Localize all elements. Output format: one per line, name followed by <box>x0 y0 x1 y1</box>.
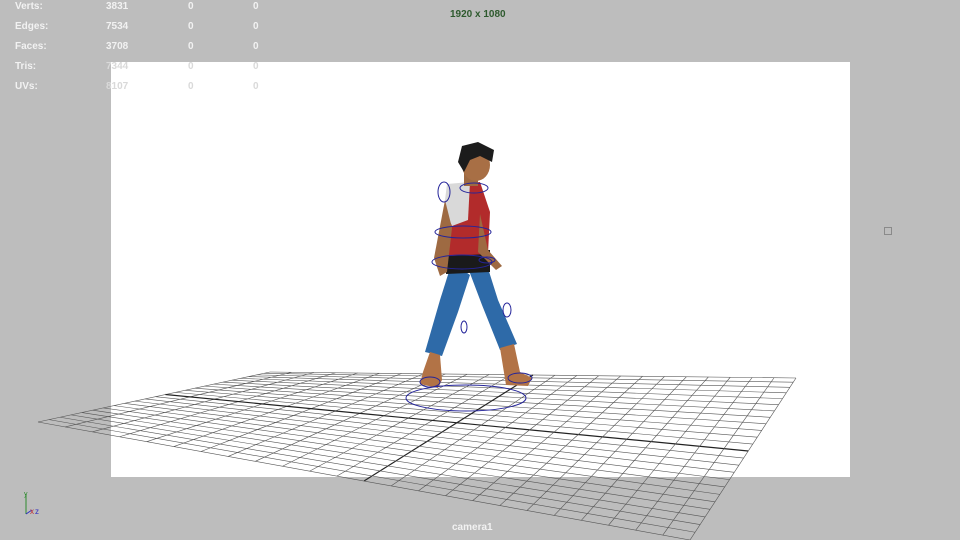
hud-row-tris: Tris: 7344 0 0 <box>15 61 275 75</box>
hud-value: 7344 <box>106 61 129 72</box>
axis-icon: y x z <box>24 491 39 516</box>
hud-row-verts: Verts: 3831 0 0 <box>15 1 275 15</box>
hud-row-uvs: UVs: 8107 0 0 <box>15 81 275 95</box>
hud-value: 0 <box>253 41 259 52</box>
viewport-panel[interactable]: Verts: 3831 0 0 Edges: 7534 0 0 Faces: 3… <box>0 0 960 540</box>
hud-value: 0 <box>188 1 194 12</box>
axis-y-label: y <box>24 491 28 498</box>
hud-value: 0 <box>188 21 194 32</box>
hud-value: 3708 <box>106 41 129 52</box>
hud-value: 0 <box>253 81 259 92</box>
hud-label: Edges: <box>15 21 49 32</box>
hud-row-faces: Faces: 3708 0 0 <box>15 41 275 55</box>
gate-marker-icon <box>884 227 892 235</box>
hud-label: Faces: <box>15 41 47 52</box>
hud-value: 0 <box>253 21 259 32</box>
hud-label: Tris: <box>15 61 37 72</box>
hud-value: 0 <box>188 61 194 72</box>
resolution-label: 1920 x 1080 <box>450 9 506 20</box>
hud-value: 7534 <box>106 21 129 32</box>
hud-value: 8107 <box>106 81 129 92</box>
hud-label: UVs: <box>15 81 38 92</box>
hud-row-edges: Edges: 7534 0 0 <box>15 21 275 35</box>
hud-value: 0 <box>253 1 259 12</box>
camera-name-label: camera1 <box>452 522 493 533</box>
axis-z-label: z <box>35 507 39 516</box>
hud-value: 0 <box>188 41 194 52</box>
hud-value: 0 <box>188 81 194 92</box>
hud-label: Verts: <box>15 1 43 12</box>
hud-value: 0 <box>253 61 259 72</box>
axis-x-label: x <box>30 507 34 516</box>
hud-value: 3831 <box>106 1 129 12</box>
